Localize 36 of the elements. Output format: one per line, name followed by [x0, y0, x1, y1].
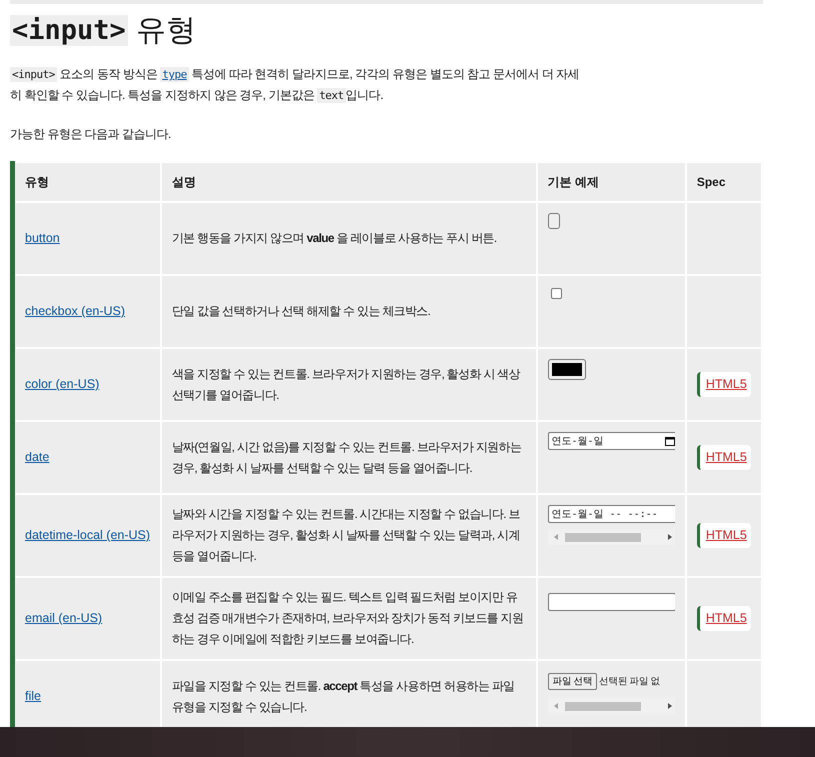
column-header: 설명 [160, 162, 537, 202]
type-link[interactable]: checkbox (en-US) [25, 304, 126, 318]
description-text: 날짜와 시간을 지정할 수 있는 컨트롤. 시간대는 지정할 수 없습니다. 브라우저가 지원하는 경우, 활성화 시 날짜를 선택할 수 있는 달력과, 시계 등을 열어줍니다. [172, 506, 521, 565]
type-link[interactable]: file [25, 689, 41, 703]
column-header: 유형 [12, 162, 161, 202]
type-link[interactable]: email (en-US) [25, 611, 102, 625]
type-link[interactable]: type [162, 68, 187, 81]
description-text: 파일을 지정할 수 있는 컨트롤. accept 특성을 사용하면 허용하는 파일 유형을 지정할 수 있습니다. [172, 678, 516, 716]
choose-file-button[interactable]: 파일 선택 [548, 673, 598, 690]
heading-code: <input> [10, 14, 128, 46]
lead-text: 가능한 유형은 다음과 같습니다. [10, 126, 172, 143]
type-link[interactable]: date [25, 450, 50, 464]
column-header: Spec [686, 162, 762, 202]
type-link[interactable]: button [25, 231, 60, 245]
spec-link[interactable]: HTML5 [696, 523, 751, 548]
spec-link[interactable]: HTML5 [696, 372, 751, 397]
description-text: 단일 값을 선택하거나 선택 해제할 수 있는 체크박스. [172, 303, 432, 320]
calendar-icon [664, 436, 675, 446]
type-link[interactable]: datetime-local (en-US) [25, 528, 150, 542]
column-header: 기본 예제 [536, 162, 686, 202]
description-text: 이메일 주소를 편집할 수 있는 필드. 텍스트 입력 필드처럼 보이지만 유효성 검증 매개변수가 존재하며, 브라우저와 장치가 동적 키보드를 지원하는 경우 이메일에 적합한 키보드를 보여줍니다. [172, 589, 524, 648]
page-heading: 유형 [136, 12, 196, 48]
file-status: 선택된 파일 없 [599, 675, 660, 689]
color-picker[interactable] [548, 359, 586, 380]
description-text: 기본 행동을 가지지 않으며 value 을 레이블로 사용하는 푸시 버튼. [172, 230, 498, 247]
push-button[interactable] [548, 213, 560, 229]
date-field[interactable]: 연도-월-일 [548, 432, 675, 450]
spec-link[interactable]: HTML5 [696, 606, 751, 631]
intro-paragraph: <input> 요소의 동작 방식은 type 특성에 따라 현격히 달라지므로, 각각의 유형은 별도의 참고 문서에서 더 자세히 확인할 수 있습니다. 특성을 지정하지 않은 경우, 기본값은 text 입니다. [10, 66, 580, 105]
description-text: 색을 지정할 수 있는 컨트롤. 브라우저가 지원하는 경우, 활성화 시 색상 선택기를 열어줍니다. [172, 366, 522, 404]
type-link[interactable]: color (en-US) [25, 377, 100, 391]
spec-link[interactable]: HTML5 [696, 445, 751, 470]
email-field[interactable] [548, 593, 675, 611]
datetime-field[interactable]: 연도-월-일 -- --:-- [548, 505, 675, 523]
description-text: 날짜(연월일, 시간 없음)를 지정할 수 있는 컨트롤. 브라우저가 지원하는 경우, 활성화 시 날짜를 선택할 수 있는 달력 등을 열어줍니다. [172, 438, 522, 476]
checkbox[interactable] [550, 288, 562, 299]
